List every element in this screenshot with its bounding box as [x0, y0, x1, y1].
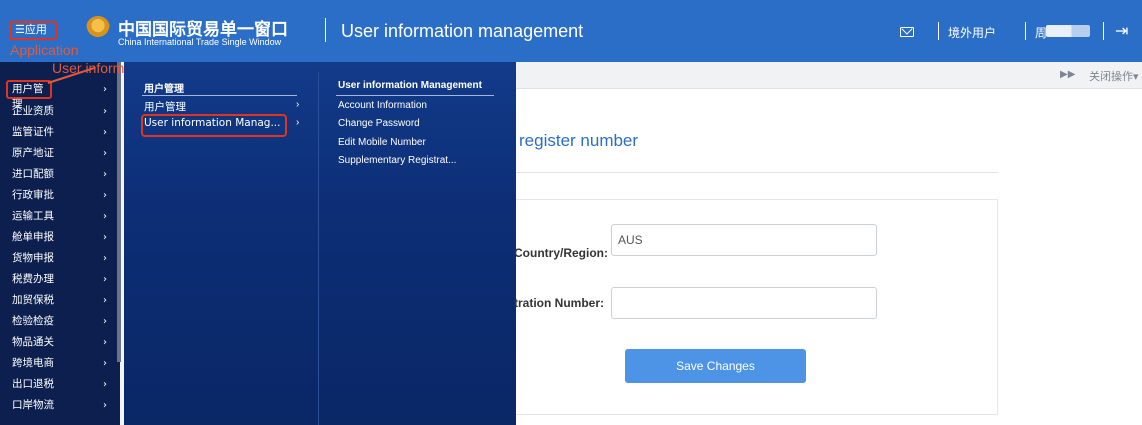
- sidebar-item-label: 口岸物流: [12, 399, 54, 411]
- chevron-right-icon: ›: [103, 358, 107, 369]
- chevron-right-icon: ›: [103, 337, 107, 348]
- chevron-right-icon: ›: [103, 379, 107, 390]
- sidebar-item-label: 物品通关: [12, 336, 54, 348]
- sidebar-item-label: 舱单申报: [12, 231, 54, 243]
- sidebar-item-chevron-row: ›: [0, 80, 120, 99]
- sidebar-item-label: 加贸保税: [12, 294, 54, 306]
- section-title: register number: [519, 131, 639, 150]
- chevron-right-icon: ›: [103, 316, 107, 327]
- logout-icon[interactable]: ⇥: [1115, 21, 1128, 41]
- sidebar-item[interactable]: 监管证件 ›: [0, 123, 120, 142]
- chevron-right-icon: ›: [296, 99, 300, 110]
- country-region-input[interactable]: AUS: [611, 224, 877, 256]
- sidebar-item-label: 税费办理: [12, 273, 54, 285]
- registration-number-label: tration Number:: [514, 296, 604, 310]
- registration-number-input[interactable]: [611, 287, 877, 319]
- menu-item-edit-mobile[interactable]: Edit Mobile Number: [338, 137, 426, 148]
- sidebar-item-label: 监管证件: [12, 126, 54, 138]
- sidebar-item[interactable]: 货物申报 ›: [0, 249, 120, 268]
- chevron-right-icon: ›: [103, 106, 107, 117]
- sidebar-item[interactable]: 运输工具 ›: [0, 207, 120, 226]
- header-divider: [1025, 22, 1026, 40]
- chevron-right-icon: ›: [103, 232, 107, 243]
- sidebar-item[interactable]: 物品通关 ›: [0, 333, 120, 352]
- sidebar-item[interactable]: 出口退税 ›: [0, 375, 120, 394]
- sidebar-item[interactable]: 检验检疫 ›: [0, 312, 120, 331]
- header-divider: [325, 18, 326, 42]
- sidebar-scrollbar[interactable]: [117, 62, 121, 362]
- sidebar-item[interactable]: 税费办理 ›: [0, 270, 120, 289]
- chevron-right-icon: ›: [103, 127, 107, 138]
- sidebar-item-label: 检验检疫: [12, 315, 54, 327]
- submenu-heading: 用户管理: [144, 84, 184, 95]
- sidebar-item[interactable]: 口岸物流 ›: [0, 396, 120, 415]
- menu-column-divider: [318, 72, 319, 425]
- sidebar-item-label: 跨境电商: [12, 357, 54, 369]
- brand-title-en: China International Trade Single Window: [118, 37, 282, 47]
- sidebar-item[interactable]: 舱单申报 ›: [0, 228, 120, 247]
- submenu-heading-underline: [142, 95, 297, 96]
- chevron-right-icon: ›: [103, 211, 107, 222]
- sidebar-item-label: 行政审批: [12, 189, 54, 201]
- chevron-right-icon: ›: [103, 400, 107, 411]
- sidebar-item-label: 货物申报: [12, 252, 54, 264]
- selected-item-highlight: [141, 114, 287, 137]
- user-type-label: 境外用户: [948, 26, 997, 40]
- sidebar-item-label: 运输工具: [12, 210, 54, 222]
- chevron-right-icon: ›: [103, 84, 107, 95]
- chevron-right-icon: ›: [103, 169, 107, 180]
- header-divider: [1103, 22, 1104, 40]
- sidebar-item-label: 企业资质: [12, 105, 54, 117]
- application-annotation: Application: [10, 42, 79, 58]
- sidebar-item[interactable]: 原产地证 ›: [0, 144, 120, 163]
- chevron-right-icon: ›: [103, 295, 107, 306]
- chevron-right-icon: ›: [103, 274, 107, 285]
- chevron-right-icon: ›: [103, 253, 107, 264]
- chevron-right-icon: ›: [296, 117, 300, 128]
- chevron-right-icon: ›: [103, 190, 107, 201]
- sidebar-item-label: 出口退税: [12, 378, 54, 390]
- menu-item-supplementary-registration[interactable]: Supplementary Registrat...: [338, 155, 456, 166]
- sidebar-item[interactable]: 行政审批 ›: [0, 186, 120, 205]
- single-window-logo-icon: [86, 16, 110, 40]
- tab-bar: [516, 62, 1142, 89]
- sidebar-item[interactable]: 进口配额 ›: [0, 165, 120, 184]
- menu-item-account-information[interactable]: Account Information: [338, 100, 427, 111]
- save-changes-button[interactable]: Save Changes: [625, 349, 806, 383]
- application-menu-button[interactable]: ☰应用: [9, 21, 57, 40]
- sidebar-item-label: 进口配额: [12, 168, 54, 180]
- detail-heading-underline: [336, 95, 494, 96]
- double-chevron-right-icon[interactable]: ▶▶: [1060, 69, 1075, 80]
- sidebar-item[interactable]: 企业资质 ›: [0, 102, 120, 121]
- mail-icon[interactable]: [900, 27, 914, 37]
- header-divider: [938, 22, 939, 40]
- chevron-right-icon: ›: [103, 148, 107, 159]
- detail-heading: User information Management: [338, 80, 482, 91]
- sidebar-item-label: 原产地证: [12, 147, 54, 159]
- close-operations-dropdown[interactable]: 关闭操作▾: [1089, 68, 1139, 84]
- sidebar-item[interactable]: 跨境电商 ›: [0, 354, 120, 373]
- sidebar: 用户管理 › 企业资质 › 监管证件 › 原产地证 › 进口配额 › 行政审批 › 运输工…: [0, 62, 120, 425]
- menu-item-change-password[interactable]: Change Password: [338, 118, 420, 129]
- country-region-label: Country/Region:: [514, 246, 608, 260]
- sidebar-item[interactable]: 加贸保税 ›: [0, 291, 120, 310]
- top-header: ☰应用 中国国际贸易单一窗口 China International Trade…: [0, 0, 1142, 62]
- section-divider: [516, 172, 998, 173]
- page-title: User information management: [341, 21, 584, 41]
- submenu-item-user-management[interactable]: 用户管理: [144, 99, 186, 114]
- user-name-redacted: [1046, 25, 1090, 37]
